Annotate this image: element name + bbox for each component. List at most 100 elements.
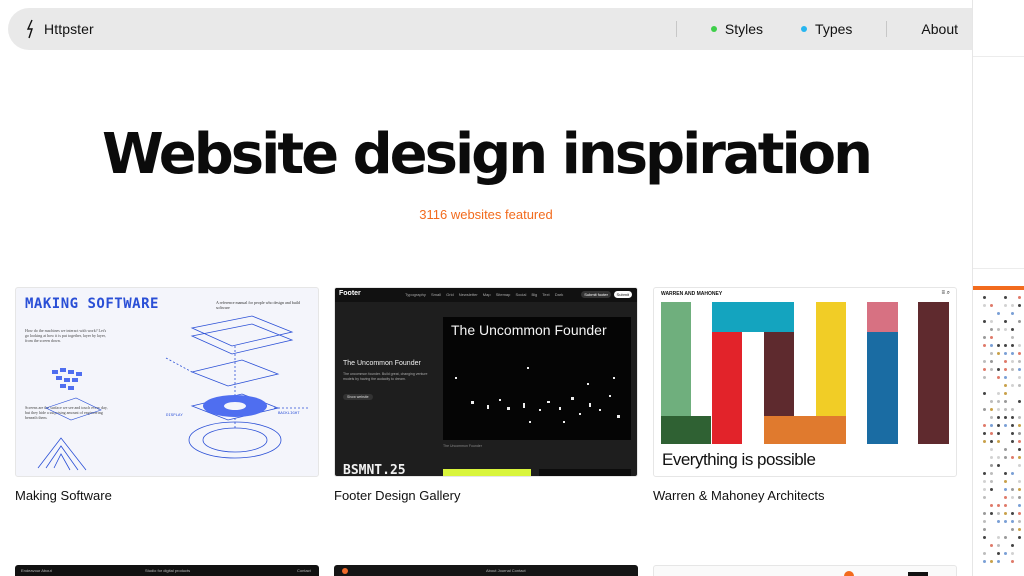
site-card-making-software[interactable]: MAKING SOFTWARE A reference manual for p… [15, 287, 319, 503]
peek-text: Contact [297, 568, 311, 573]
minimap-dot [983, 376, 986, 379]
minimap-dot [1004, 344, 1007, 347]
top-navbar: Httpster Styles Types About [8, 8, 1016, 50]
peek-text: Studio for digital products [145, 568, 191, 573]
minimap-dot [997, 520, 1000, 523]
minimap-dot [983, 336, 986, 339]
site-card-title[interactable]: Warren & Mahoney Architects [653, 488, 957, 503]
minimap-dot [990, 560, 993, 563]
minimap-dot [990, 464, 993, 467]
minimap-dot [983, 304, 986, 307]
lightning-logo-icon [26, 19, 33, 39]
minimap-dot [1011, 456, 1014, 459]
minimap-dot [990, 368, 993, 371]
minimap-dot [997, 464, 1000, 467]
minimap-dot [1018, 424, 1021, 427]
minimap-dot [997, 344, 1000, 347]
websites-count: 3116 websites featured [419, 207, 553, 222]
site-card-peek[interactable]: About Journal Contact [334, 565, 638, 576]
minimap-dot [1018, 496, 1021, 499]
minimap-dot [990, 472, 993, 475]
minimap-dot [997, 560, 1000, 563]
color-block [918, 302, 949, 444]
color-block [764, 416, 846, 444]
minimap-dot [1018, 320, 1021, 323]
minimap-dot [997, 400, 1000, 403]
site-thumbnail[interactable]: WARREN AND MAHONEY ≡ ⌕ Everything is pos… [653, 287, 957, 477]
minimap-dot [1011, 368, 1014, 371]
minimap-dot [1018, 480, 1021, 483]
minimap-dot [1004, 472, 1007, 475]
minimap-dot [1004, 296, 1007, 299]
minimap-dot [1011, 416, 1014, 419]
minimap-dot [1018, 416, 1021, 419]
minimap-dot [1011, 424, 1014, 427]
minimap-dot [1011, 304, 1014, 307]
minimap-dot [997, 544, 1000, 547]
thumb-menu: Typography Small Grid Newsletter Map Sit… [405, 292, 564, 297]
minimap-dot [1004, 400, 1007, 403]
minimap-dot [990, 408, 993, 411]
minimap-dot [1011, 528, 1014, 531]
minimap-dot [1018, 384, 1021, 387]
minimap-dot [1018, 376, 1021, 379]
minimap-dot [997, 456, 1000, 459]
brand-name: Httpster [44, 21, 94, 37]
color-block [661, 416, 711, 444]
nav-styles-link[interactable]: Styles [710, 21, 764, 37]
color-block [867, 302, 898, 332]
minimap-dot [1011, 544, 1014, 547]
minimap-dot [990, 480, 993, 483]
minimap-dot [1004, 520, 1007, 523]
color-block [816, 302, 846, 416]
minimap-dot [990, 336, 993, 339]
minimap-dot [1018, 520, 1021, 523]
minimap-dot [997, 392, 1000, 395]
site-card-title[interactable]: Making Software [15, 488, 319, 503]
minimap-dot [1018, 400, 1021, 403]
minimap-dot [1018, 488, 1021, 491]
minimap-dot [983, 320, 986, 323]
diagram-label: DISPLAY [166, 414, 183, 418]
minimap-dot [1004, 304, 1007, 307]
nav-styles-label: Styles [724, 21, 764, 37]
site-card-warren-mahoney[interactable]: WARREN AND MAHONEY ≡ ⌕ Everything is pos… [653, 287, 957, 503]
right-preview-sidebar[interactable] [972, 0, 1024, 576]
minimap-dot [990, 344, 993, 347]
peek-text: Endeavour About [21, 568, 52, 573]
peek-orange-icon [844, 571, 854, 576]
minimap-dot [983, 496, 986, 499]
minimap-dot [990, 328, 993, 331]
site-card-title[interactable]: Footer Design Gallery [334, 488, 638, 503]
minimap-dot [1011, 488, 1014, 491]
site-card-peek[interactable] [653, 565, 957, 576]
nav-divider [886, 21, 888, 37]
minimap-dot [1011, 352, 1014, 355]
minimap-dot [997, 440, 1000, 443]
brand-home-link[interactable]: Httpster [25, 19, 94, 39]
nav-about-link[interactable]: About [921, 21, 958, 37]
site-thumbnail[interactable]: Footer Typography Small Grid Newsletter … [334, 287, 638, 477]
peek-dark-block [908, 572, 928, 576]
minimap-dot [1004, 552, 1007, 555]
thumb-preview-panel: The Uncommon Founder [443, 317, 631, 440]
minimap-dot [997, 424, 1000, 427]
page-title: Website design inspiration [101, 122, 873, 187]
minimap-dot [1018, 440, 1021, 443]
minimap-dot [1004, 488, 1007, 491]
minimap-dot [1004, 384, 1007, 387]
site-card-footer-design-gallery[interactable]: Footer Typography Small Grid Newsletter … [334, 287, 638, 503]
site-card-peek[interactable]: Endeavour About Studio for digital produ… [15, 565, 319, 576]
minimap-dot [983, 432, 986, 435]
site-thumbnail[interactable]: MAKING SOFTWARE A reference manual for p… [15, 287, 319, 477]
minimap-dot [1011, 344, 1014, 347]
minimap-dot [1018, 344, 1021, 347]
nav-types-link[interactable]: Types [801, 21, 852, 37]
minimap-dot [990, 352, 993, 355]
minimap-dot [990, 448, 993, 451]
minimap-dot [997, 352, 1000, 355]
minimap-dot [1018, 456, 1021, 459]
minimap-dot [983, 480, 986, 483]
minimap-dot [997, 504, 1000, 507]
minimap-dot [990, 456, 993, 459]
